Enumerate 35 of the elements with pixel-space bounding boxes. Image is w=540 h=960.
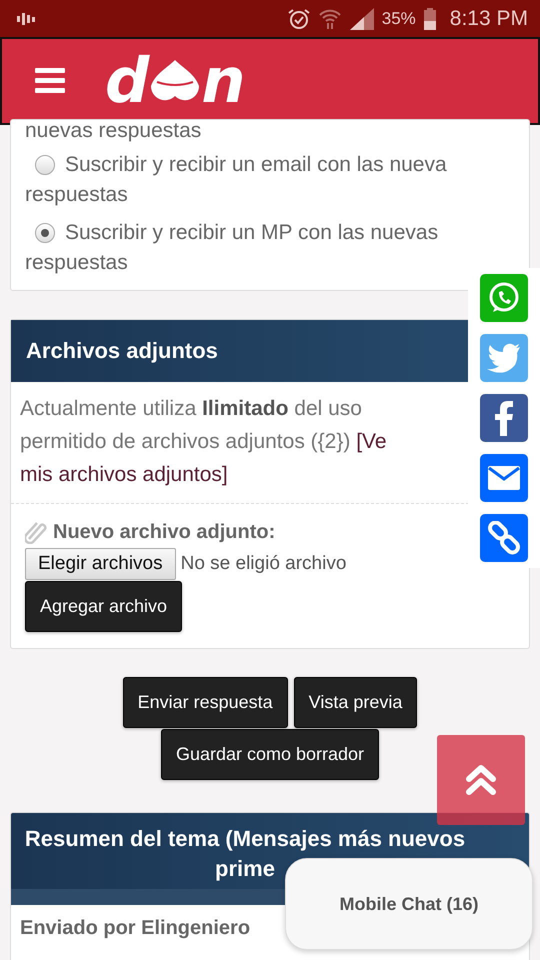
clock-time: 8:13 PM — [450, 6, 528, 30]
wifi-icon — [318, 8, 342, 30]
logo-letter[interactable]: n — [201, 56, 246, 106]
paperclip-icon — [25, 520, 47, 544]
chat-button[interactable]: Mobile Chat (16) — [285, 858, 533, 950]
option-text: nuevas respuestas — [25, 120, 202, 142]
field-label: Nuevo archivo adjunto: — [53, 520, 276, 544]
action-button[interactable]: Guardar como borrador — [160, 729, 380, 780]
option-text[interactable]: respuestas — [25, 180, 515, 210]
scroll-top-button[interactable] — [437, 735, 525, 825]
option-text[interactable]: Suscribir y recibir un email con las nueva — [65, 150, 447, 180]
chain-link-icon[interactable] — [480, 514, 528, 562]
radio-button[interactable] — [35, 223, 55, 243]
signal-icon — [350, 8, 374, 30]
battery-icon — [424, 8, 436, 30]
battery-percent: 35% — [382, 8, 416, 28]
f-letter-icon[interactable] — [480, 394, 528, 442]
radio-button[interactable] — [35, 155, 55, 175]
logo-letter[interactable]: d — [105, 56, 150, 106]
menu-icon[interactable] — [35, 68, 65, 94]
option-text[interactable]: Suscribir y recibir un MP con las nuevas — [65, 218, 438, 248]
action-button[interactable]: Vista previa — [294, 677, 418, 728]
file-status: No se eligió archivo — [180, 553, 346, 575]
option-text[interactable]: respuestas — [25, 248, 515, 278]
attachments-link[interactable]: mis archivos adjuntos] — [20, 463, 228, 486]
action-button[interactable]: Enviar respuesta — [122, 677, 288, 728]
equalizer-icon — [17, 12, 37, 26]
section-title: Archivos adjuntos — [26, 337, 218, 365]
alarm-icon — [288, 8, 310, 30]
choose-files-button[interactable]: Elegir archivos — [25, 548, 176, 580]
attachments-link[interactable]: [Ve — [356, 430, 387, 453]
double-chevron-up-icon — [466, 763, 496, 797]
phone-bubble-icon[interactable] — [480, 274, 528, 322]
envelope-icon[interactable] — [480, 454, 528, 502]
add-file-button[interactable]: Agregar archivo — [25, 581, 182, 632]
